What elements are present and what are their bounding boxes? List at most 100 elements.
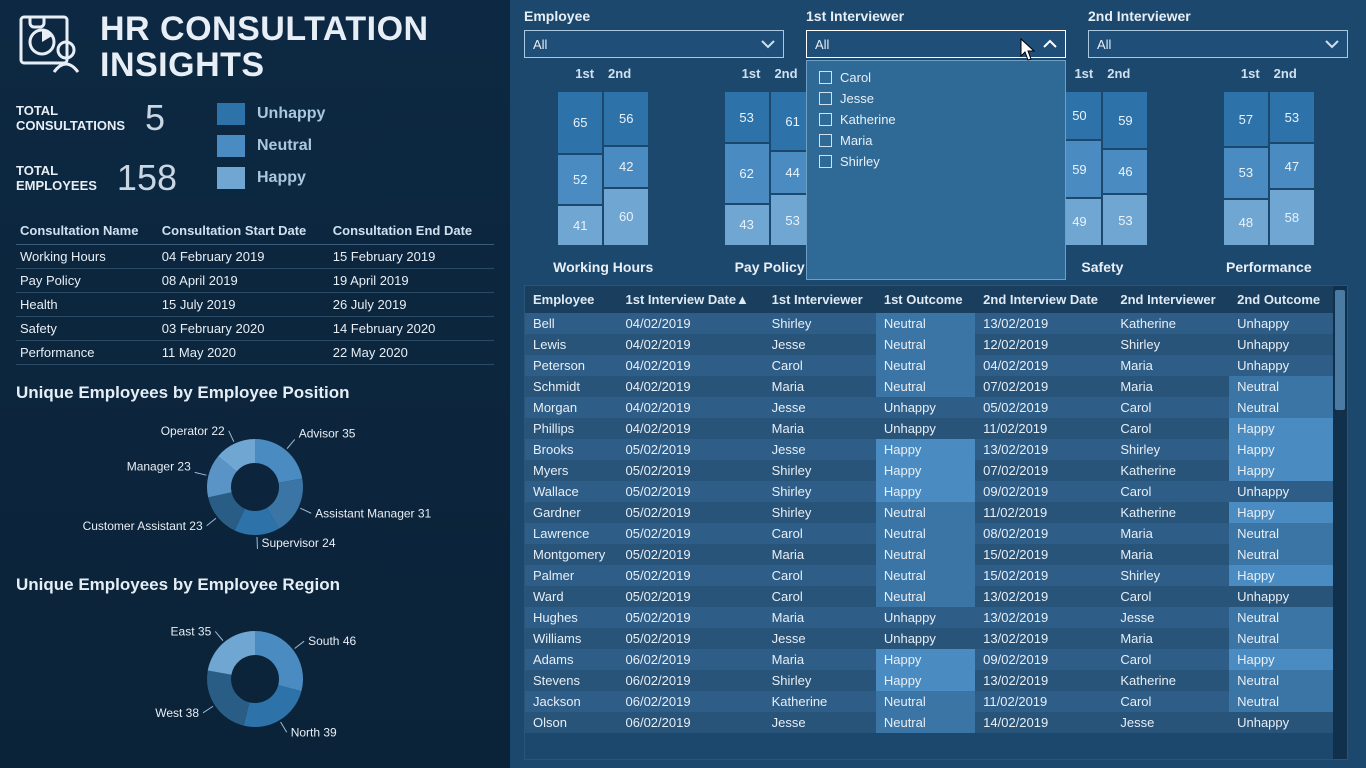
filter-employee: Employee All [524, 8, 784, 58]
grid-row[interactable]: Lewis04/02/2019JesseNeutral12/02/2019Shi… [525, 334, 1333, 355]
grid-header[interactable]: 1st Interview Date ▲ [618, 286, 764, 313]
bar-segment: 57 [1224, 92, 1268, 146]
bar-segment: 60 [604, 189, 648, 245]
donut-slice[interactable] [244, 686, 302, 728]
grid-header[interactable]: 1st Outcome [876, 286, 975, 313]
grid-row[interactable]: Wallace05/02/2019ShirleyHappy09/02/2019C… [525, 481, 1333, 502]
dropdown-option[interactable]: Shirley [807, 151, 1065, 172]
checkbox-icon[interactable] [819, 134, 832, 147]
grid-header[interactable]: 1st Interviewer [764, 286, 876, 313]
checkbox-icon[interactable] [819, 155, 832, 168]
bar-segment: 62 [725, 144, 769, 202]
stacked-column[interactable]: 575348 [1224, 92, 1268, 245]
donut-label: Assistant Manager 31 [315, 507, 431, 521]
grid-header[interactable]: 2nd Outcome [1229, 286, 1333, 313]
position-chart-title: Unique Employees by Employee Position [16, 383, 494, 403]
mini-chart: 1st2nd575348534758Performance [1190, 66, 1348, 275]
donut-label: Customer Assistant 23 [83, 519, 203, 533]
consult-row: Health15 July 201926 July 2019 [16, 293, 494, 317]
grid-row[interactable]: Brooks05/02/2019JesseHappy13/02/2019Shir… [525, 439, 1333, 460]
grid-row[interactable]: Olson06/02/2019JesseNeutral14/02/2019Jes… [525, 712, 1333, 733]
grid-row[interactable]: Williams05/02/2019JesseUnhappy13/02/2019… [525, 628, 1333, 649]
grid-row[interactable]: Stevens06/02/2019ShirleyHappy13/02/2019K… [525, 670, 1333, 691]
stacked-column[interactable]: 534758 [1270, 92, 1314, 245]
chevron-down-icon [1325, 39, 1339, 49]
checkbox-icon[interactable] [819, 113, 832, 126]
grid-row[interactable]: Gardner05/02/2019ShirleyNeutral11/02/201… [525, 502, 1333, 523]
mini-chart-label: Performance [1226, 259, 1312, 275]
donut-slice[interactable] [255, 439, 302, 483]
position-donut-chart: Advisor 35Assistant Manager 31Supervisor… [55, 407, 455, 557]
stacked-column[interactable]: 594653 [1103, 92, 1147, 245]
dropdown-option[interactable]: Carol [807, 67, 1065, 88]
grid-header[interactable]: 2nd Interviewer [1112, 286, 1229, 313]
grid-row[interactable]: Bell04/02/2019ShirleyNeutral13/02/2019Ka… [525, 313, 1333, 334]
chevron-down-icon [761, 39, 775, 49]
bar-segment: 56 [604, 92, 648, 145]
bar-segment: 48 [1224, 200, 1268, 245]
grid-row[interactable]: Jackson06/02/2019KatherineNeutral11/02/2… [525, 691, 1333, 712]
consult-header[interactable]: Consultation Start Date [158, 217, 329, 245]
mini-chart: 1st2nd655241564260Working Hours [524, 66, 682, 275]
kpi-total-consultations: TOTAL CONSULTATIONS 5 [16, 97, 177, 139]
bar-segment: 65 [558, 92, 602, 153]
swatch-unhappy [217, 103, 245, 125]
interviewer2-select[interactable]: All [1088, 30, 1348, 58]
consult-row: Pay Policy08 April 201919 April 2019 [16, 269, 494, 293]
bar-segment: 46 [1103, 150, 1147, 193]
grid-row[interactable]: Hughes05/02/2019MariaUnhappy13/02/2019Je… [525, 607, 1333, 628]
stacked-column[interactable]: 655241 [558, 92, 602, 245]
sort-asc-icon: ▲ [736, 292, 749, 307]
grid-row[interactable]: Morgan04/02/2019JesseUnhappy05/02/2019Ca… [525, 397, 1333, 418]
consult-row: Performance11 May 202022 May 2020 [16, 341, 494, 365]
grid-row[interactable]: Schmidt04/02/2019MariaNeutral07/02/2019M… [525, 376, 1333, 397]
bar-segment: 53 [1270, 92, 1314, 142]
consult-row: Working Hours04 February 201915 February… [16, 245, 494, 269]
grid-row[interactable]: Palmer05/02/2019CarolNeutral15/02/2019Sh… [525, 565, 1333, 586]
donut-label: Operator 22 [161, 424, 225, 438]
stacked-column[interactable]: 536243 [725, 92, 769, 245]
mouse-cursor-icon [1020, 38, 1038, 62]
grid-scrollbar[interactable] [1333, 286, 1347, 759]
bar-segment: 58 [1270, 190, 1314, 245]
donut-slice[interactable] [207, 671, 249, 726]
grid-header[interactable]: 2nd Interview Date [975, 286, 1112, 313]
consultations-table: Consultation NameConsultation Start Date… [16, 217, 494, 365]
grid-row[interactable]: Adams06/02/2019MariaHappy09/02/2019Carol… [525, 649, 1333, 670]
donut-label: East 35 [171, 625, 212, 639]
stacked-column[interactable]: 564260 [604, 92, 648, 245]
grid-header[interactable]: Employee [525, 286, 618, 313]
bar-segment: 41 [558, 206, 602, 245]
swatch-happy [217, 167, 245, 189]
outcome-legend: Unhappy Neutral Happy [217, 103, 325, 189]
grid-row[interactable]: Ward05/02/2019CarolNeutral13/02/2019Caro… [525, 586, 1333, 607]
dropdown-option[interactable]: Jesse [807, 88, 1065, 109]
grid-row[interactable]: Montgomery05/02/2019MariaNeutral15/02/20… [525, 544, 1333, 565]
employee-select[interactable]: All [524, 30, 784, 58]
mini-chart-label: Pay Policy [735, 259, 805, 275]
consult-header[interactable]: Consultation End Date [329, 217, 494, 245]
grid-row[interactable]: Myers05/02/2019ShirleyHappy07/02/2019Kat… [525, 460, 1333, 481]
bar-segment: 53 [1103, 195, 1147, 245]
interviews-grid[interactable]: Employee1st Interview Date ▲1st Intervie… [525, 286, 1333, 759]
mini-chart-label: Safety [1081, 259, 1123, 275]
checkbox-icon[interactable] [819, 92, 832, 105]
dashboard-logo-icon [16, 12, 86, 82]
donut-slice[interactable] [208, 631, 255, 675]
dropdown-option[interactable]: Katherine [807, 109, 1065, 130]
grid-row[interactable]: Lawrence05/02/2019CarolNeutral08/02/2019… [525, 523, 1333, 544]
donut-label: North 39 [291, 726, 337, 740]
consult-header[interactable]: Consultation Name [16, 217, 158, 245]
checkbox-icon[interactable] [819, 71, 832, 84]
grid-row[interactable]: Peterson04/02/2019CarolNeutral04/02/2019… [525, 355, 1333, 376]
bar-segment: 59 [1103, 92, 1147, 148]
filter-2nd-interviewer: 2nd Interviewer All [1088, 8, 1348, 58]
donut-slice[interactable] [255, 631, 303, 691]
donut-label: Manager 23 [127, 460, 191, 474]
grid-row[interactable]: Phillips04/02/2019MariaUnhappy11/02/2019… [525, 418, 1333, 439]
filter-1st-interviewer: 1st Interviewer All CarolJesseKatherineM… [806, 8, 1066, 58]
page-title: HR CONSULTATION INSIGHTS [100, 12, 429, 83]
dropdown-option[interactable]: Maria [807, 130, 1065, 151]
interviewer1-dropdown[interactable]: CarolJesseKatherineMariaShirley [806, 60, 1066, 280]
chevron-up-icon [1043, 39, 1057, 49]
